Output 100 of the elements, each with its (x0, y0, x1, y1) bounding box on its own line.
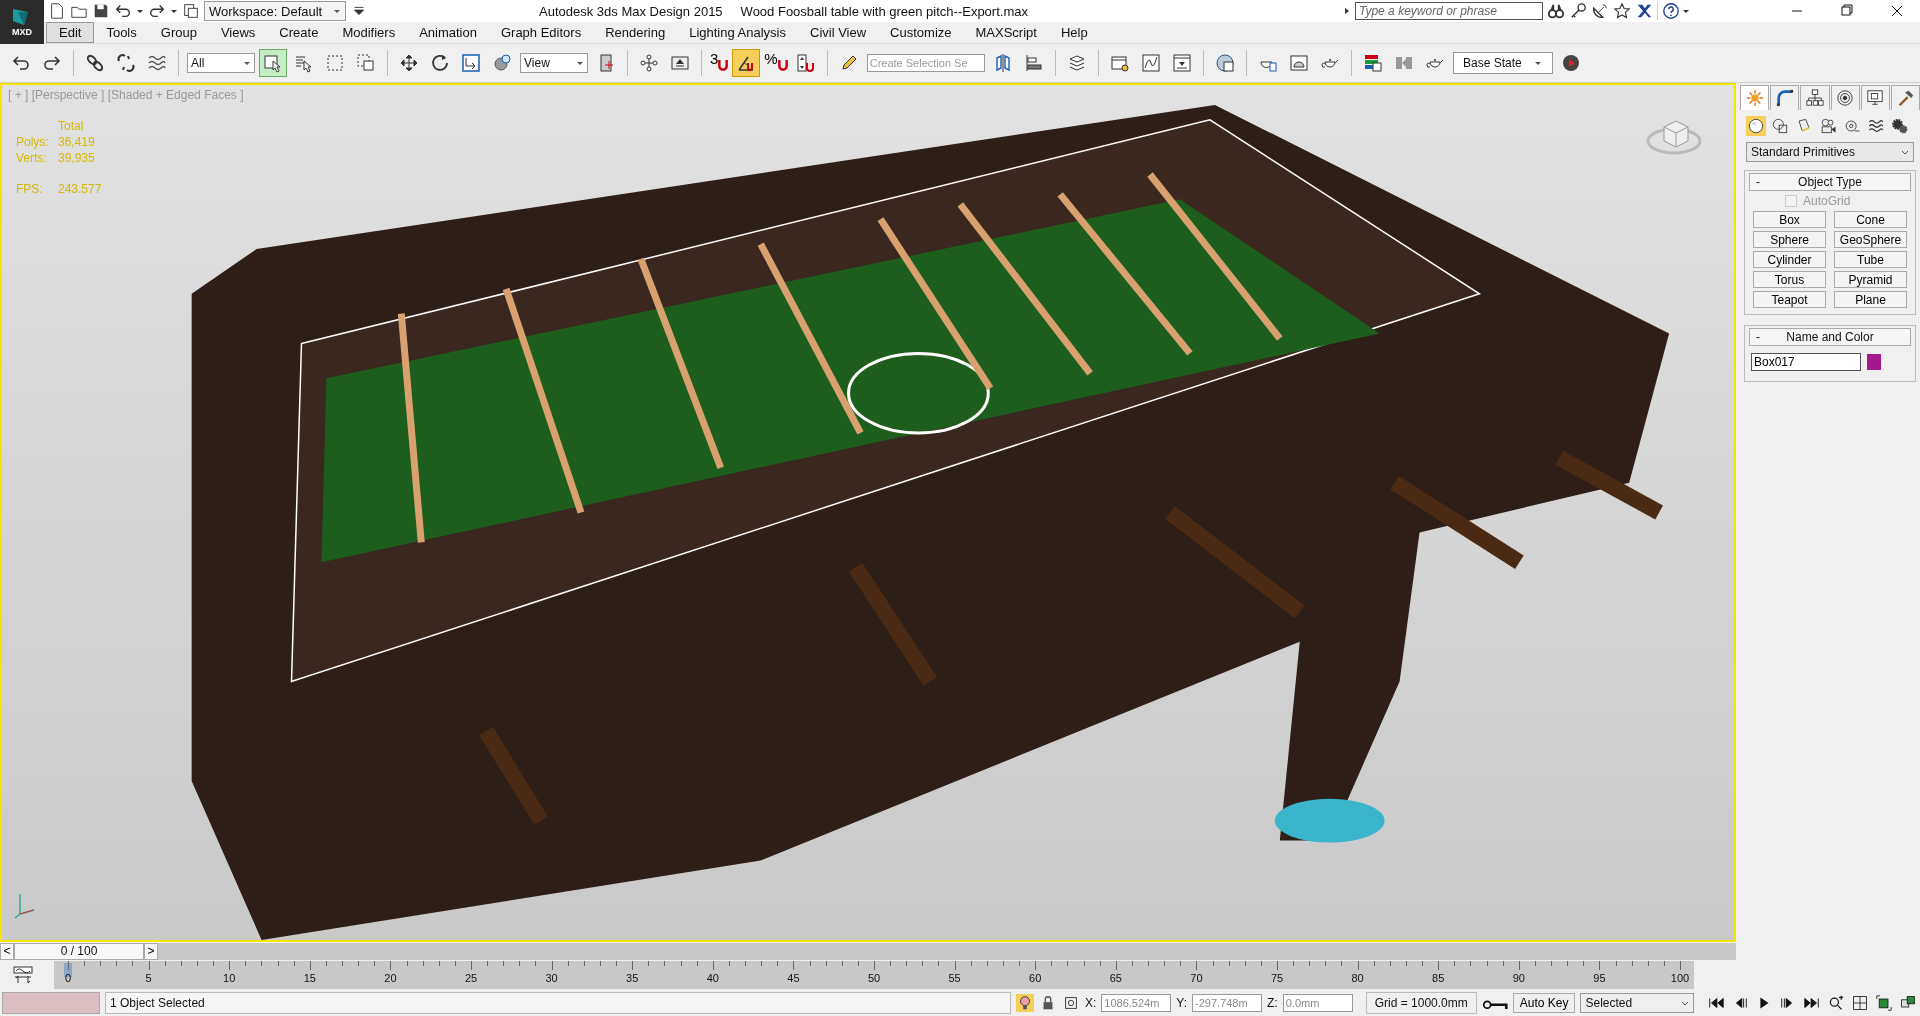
frame-label: 20 (384, 972, 397, 984)
menu-item[interactable]: Graph Editors (488, 23, 594, 42)
frame-label: 50 (867, 972, 881, 984)
redo-icon[interactable] (148, 2, 166, 20)
fps-value: 243.577 (58, 182, 102, 196)
rollout-header[interactable]: - Object Type (1749, 173, 1911, 191)
named-selection-field[interactable]: Create Selection Se (866, 54, 985, 72)
menu-item[interactable]: Tools (94, 23, 149, 42)
next-frame-button[interactable]: > (144, 942, 158, 960)
gears-icon[interactable] (1890, 116, 1910, 136)
key-icon[interactable] (1569, 2, 1587, 20)
lightbulb-icon[interactable] (1016, 994, 1034, 1012)
zoom-extents-all-icon[interactable] (1899, 995, 1918, 1011)
stat-label: Polys: (16, 135, 50, 149)
application-title: Autodesk 3ds Max Design 2015 (539, 3, 723, 19)
primitive-button[interactable]: Pyramid (1834, 271, 1907, 288)
menu-item[interactable]: Views (208, 23, 268, 42)
sphere-icon[interactable] (1746, 116, 1766, 136)
time-slider-track[interactable]: < 0 / 100 > (0, 942, 1736, 960)
go-to-start-icon[interactable] (1707, 995, 1726, 1011)
snap-toggle-button[interactable]: % (764, 50, 788, 76)
primitive-button[interactable]: GeoSphere (1834, 231, 1907, 248)
zoom-icon[interactable] (1827, 995, 1846, 1011)
frame-label: 55 (948, 972, 961, 984)
x-label: X: (1085, 996, 1097, 1010)
primitive-button[interactable]: Sphere (1753, 231, 1826, 248)
stat-value: 36,419 (58, 135, 96, 149)
shapes-icon[interactable] (1770, 116, 1790, 136)
application-button[interactable]: MXD (0, 0, 44, 44)
menu-item[interactable]: MAXScript (963, 23, 1049, 42)
file-title: Wood Foosball table with green pitch--Export.max (740, 3, 1028, 19)
exchange-icon[interactable] (1635, 2, 1653, 20)
menu-item[interactable]: Animation (407, 23, 489, 42)
key-filter-dropdown[interactable]: Selected (1580, 993, 1695, 1013)
menu-item[interactable]: Group (148, 23, 209, 42)
primitive-button[interactable]: Torus (1753, 271, 1826, 288)
select-object-icon[interactable] (260, 50, 286, 76)
z-coordinate-field[interactable]: 0.0mm (1282, 994, 1353, 1012)
panel-tab[interactable] (1860, 85, 1890, 110)
x-coordinate-field[interactable]: 1086.524m (1101, 994, 1172, 1012)
angle-snap-icon[interactable] (733, 50, 760, 76)
zoom-all-icon[interactable] (1851, 995, 1870, 1011)
dropdown[interactable]: Base State (1452, 52, 1553, 74)
menu-item[interactable]: Civil View (798, 23, 879, 42)
caret-icon[interactable] (136, 7, 144, 15)
maxscript-listener-field[interactable] (2, 992, 100, 1014)
caret-icon[interactable] (170, 7, 178, 15)
go-to-end-icon[interactable] (1803, 995, 1822, 1011)
primitive-button[interactable]: Plane (1834, 291, 1907, 308)
track-bar[interactable]: 0 5 10 15 20 25 30 35 40 45 50 55 60 65 70 75 80 85 90 95 100 (54, 961, 1694, 989)
rollout-header[interactable]: - Name and Color (1749, 328, 1911, 346)
workspace-dropdown[interactable]: Workspace: Default (204, 1, 346, 21)
search-field[interactable]: Type a keyword or phrase (1355, 2, 1543, 20)
frame-label: 80 (1351, 972, 1364, 984)
monitor-icon (1866, 89, 1885, 107)
previous-frame-button[interactable]: < (0, 942, 14, 960)
panel-tab[interactable] (1800, 85, 1830, 110)
primitive-button[interactable]: Cylinder (1753, 251, 1826, 268)
menu-item[interactable]: Rendering (593, 23, 678, 42)
y-coordinate-field[interactable]: -297.748m (1192, 994, 1263, 1012)
time-slider[interactable]: < 0 / 100 > (0, 942, 158, 960)
object-name-field[interactable]: Box017 (1751, 353, 1861, 371)
primitive-button[interactable]: Teapot (1753, 291, 1826, 308)
primitive-button[interactable]: Box (1753, 211, 1826, 228)
frame-counter: 0 / 100 (14, 942, 144, 960)
panel-tab[interactable] (1890, 85, 1920, 110)
save-icon[interactable] (92, 2, 110, 20)
frame-label: 75 (1270, 972, 1284, 984)
frame-label: 30 (545, 972, 558, 984)
menu-item[interactable]: Create (267, 23, 331, 42)
dropdown[interactable]: All (187, 53, 255, 73)
zoom-extents-icon[interactable] (1875, 995, 1894, 1011)
menu-item[interactable]: Edit (46, 22, 95, 43)
expand-arrow-icon[interactable] (1343, 7, 1351, 15)
frame-label: 0 (64, 972, 72, 984)
satellite-dish-icon[interactable] (1591, 2, 1609, 20)
panel-tab[interactable] (1770, 85, 1800, 110)
transform-mode-icon[interactable] (1062, 994, 1080, 1012)
status-message: 1 Object Selected (105, 992, 1011, 1014)
dropdown[interactable]: View (520, 53, 588, 73)
menu-item[interactable]: Help (1048, 23, 1100, 42)
new-file-icon[interactable] (48, 2, 66, 20)
menu-item[interactable]: Lighting Analysis (677, 23, 798, 42)
primitive-button[interactable]: Tube (1834, 251, 1907, 268)
curve-editor-toggle-icon[interactable] (12, 966, 34, 984)
help-icon (1662, 2, 1680, 20)
undo-icon[interactable] (114, 2, 132, 20)
primitive-button[interactable]: Cone (1834, 211, 1907, 228)
object-color-swatch[interactable] (1867, 354, 1881, 370)
snap-toggle-button[interactable]: 3 (710, 50, 729, 76)
binoculars-icon[interactable] (1547, 2, 1565, 20)
z-label: Z: (1267, 996, 1278, 1010)
y-label: Y: (1176, 996, 1188, 1010)
panel-tab[interactable] (1830, 85, 1860, 110)
auto-key-button[interactable]: Auto Key (1512, 993, 1576, 1013)
project-folder-icon[interactable] (182, 2, 200, 20)
menu-item[interactable]: Customize (878, 23, 964, 42)
menu-item[interactable]: Modifiers (330, 23, 408, 42)
category-dropdown[interactable]: Standard Primitives (1746, 142, 1914, 162)
star-icon[interactable] (1613, 2, 1631, 20)
